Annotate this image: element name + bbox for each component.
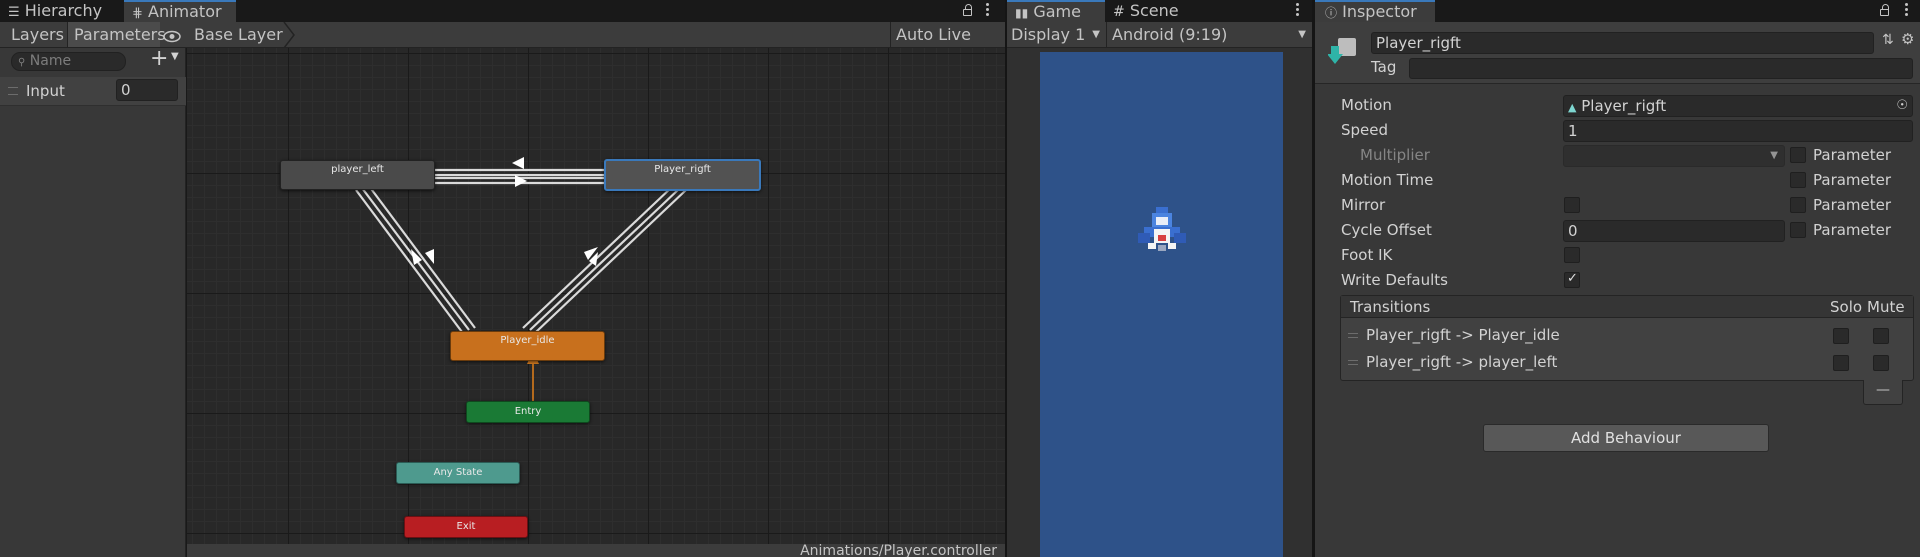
tab-game[interactable]: ▮▮ Game bbox=[1007, 0, 1105, 22]
parameter-label: Parameter bbox=[1813, 171, 1892, 189]
transition-arrows bbox=[355, 157, 687, 401]
parameters-panel bbox=[0, 48, 186, 557]
motion-time-parameter-checkbox[interactable] bbox=[1790, 172, 1806, 188]
eye-icon[interactable] bbox=[163, 28, 181, 43]
tab-scene[interactable]: # Scene bbox=[1107, 0, 1205, 22]
state-player-idle[interactable]: Player_idle bbox=[450, 331, 605, 361]
tab-hierarchy[interactable]: ☰ Hierarchy bbox=[0, 0, 122, 22]
more-menu-icon[interactable] bbox=[1296, 3, 1300, 18]
resolution-dropdown[interactable]: Android (9:19) ▼ bbox=[1107, 22, 1312, 48]
lock-icon[interactable] bbox=[963, 4, 972, 16]
parameter-value-input[interactable]: 0 bbox=[116, 79, 178, 101]
write-defaults-label: Write Defaults bbox=[1341, 271, 1448, 289]
multiplier-dropdown: ▼ bbox=[1563, 145, 1785, 167]
animation-clip-icon: ▲ bbox=[1568, 101, 1577, 114]
state-entry[interactable]: Entry bbox=[466, 401, 590, 423]
foot-ik-label: Foot IK bbox=[1341, 246, 1393, 264]
parameter-label: Parameter bbox=[1813, 146, 1892, 164]
solo-checkbox[interactable] bbox=[1833, 355, 1849, 371]
state-any-state[interactable]: Any State bbox=[396, 462, 520, 484]
cycle-offset-input[interactable]: 0 bbox=[1563, 220, 1785, 242]
parameter-search-input[interactable]: ⚲ Name bbox=[11, 52, 126, 71]
mute-header: Mute bbox=[1867, 298, 1905, 316]
drag-handle-icon[interactable] bbox=[1348, 333, 1358, 338]
transitions-header-label: Transitions bbox=[1350, 298, 1431, 316]
parameter-label: Parameter bbox=[1813, 221, 1892, 239]
motion-label: Motion bbox=[1341, 96, 1392, 114]
add-behaviour-button[interactable]: Add Behaviour bbox=[1483, 424, 1769, 452]
lock-icon[interactable] bbox=[1880, 4, 1889, 16]
remove-transition-button[interactable]: — bbox=[1863, 380, 1903, 405]
solo-header: Solo bbox=[1830, 298, 1863, 316]
mute-checkbox[interactable] bbox=[1873, 328, 1889, 344]
parameter-label: Parameter bbox=[1813, 196, 1892, 214]
animator-footer: Animations/Player.controller bbox=[187, 544, 1005, 557]
tab-inspector[interactable]: ⓘ Inspector bbox=[1315, 0, 1435, 22]
mirror-label: Mirror bbox=[1341, 196, 1386, 214]
game-view-viewport[interactable] bbox=[1040, 52, 1283, 557]
tab-animator[interactable]: ⋕ Animator bbox=[124, 0, 236, 22]
preset-icon[interactable]: ⇅ bbox=[1882, 32, 1894, 48]
controller-path: Animations/Player.controller bbox=[800, 544, 997, 557]
motion-time-label: Motion Time bbox=[1341, 171, 1434, 189]
animator-icon: ⋕ bbox=[132, 6, 143, 21]
multiplier-parameter-checkbox[interactable] bbox=[1790, 147, 1806, 163]
transition-label: Player_rigft -> player_left bbox=[1366, 353, 1558, 371]
tag-label: Tag bbox=[1371, 58, 1397, 76]
grid-icon: # bbox=[1113, 4, 1125, 20]
speed-label: Speed bbox=[1341, 121, 1389, 139]
multiplier-label: Multiplier bbox=[1360, 146, 1430, 164]
transition-row[interactable]: Player_rigft -> player_left bbox=[1341, 350, 1913, 376]
state-icon bbox=[1327, 34, 1360, 66]
transition-label: Player_rigft -> Player_idle bbox=[1366, 326, 1560, 344]
transition-arrowhead bbox=[512, 157, 524, 169]
more-menu-icon[interactable] bbox=[1905, 3, 1909, 18]
more-menu-icon[interactable] bbox=[986, 3, 990, 18]
breadcrumb-arrow-icon bbox=[283, 21, 295, 49]
player-sprite bbox=[1136, 205, 1188, 253]
plus-icon: + bbox=[150, 46, 169, 71]
cycle-offset-label: Cycle Offset bbox=[1341, 221, 1432, 239]
state-player-rigft[interactable]: Player_rigft bbox=[604, 159, 761, 191]
tag-input[interactable] bbox=[1409, 58, 1913, 79]
cycle-offset-parameter-checkbox[interactable] bbox=[1790, 222, 1806, 238]
add-parameter-button[interactable]: + ▼ bbox=[150, 46, 182, 71]
state-exit[interactable]: Exit bbox=[404, 516, 528, 538]
chevron-down-icon: ▼ bbox=[1092, 29, 1100, 40]
solo-checkbox[interactable] bbox=[1833, 328, 1849, 344]
transition-arrowhead bbox=[515, 175, 527, 187]
checkmark-icon: ✓ bbox=[1567, 271, 1578, 286]
transition-row[interactable]: Player_rigft -> Player_idle bbox=[1341, 323, 1913, 349]
tab-parameters[interactable]: Parameters bbox=[68, 22, 166, 47]
mirror-checkbox[interactable] bbox=[1564, 197, 1580, 213]
foot-ik-checkbox[interactable] bbox=[1564, 247, 1580, 263]
hierarchy-icon: ☰ bbox=[8, 5, 20, 20]
mute-checkbox[interactable] bbox=[1873, 355, 1889, 371]
mirror-parameter-checkbox[interactable] bbox=[1790, 197, 1806, 213]
object-picker-icon[interactable]: ☉ bbox=[1896, 96, 1908, 116]
gear-icon[interactable]: ⚙ bbox=[1901, 30, 1914, 48]
write-defaults-checkbox[interactable]: ✓ bbox=[1564, 271, 1580, 288]
tab-layers[interactable]: Layers bbox=[0, 22, 68, 47]
motion-field[interactable]: ▲ Player_rigft ☉ bbox=[1563, 95, 1913, 117]
chevron-down-icon: ▼ bbox=[1770, 150, 1778, 161]
speed-input[interactable]: 1 bbox=[1563, 120, 1913, 142]
info-icon: ⓘ bbox=[1325, 6, 1338, 20]
parameter-name: Input bbox=[26, 82, 65, 100]
auto-live-link-button[interactable]: Auto Live Link bbox=[890, 22, 1005, 70]
chevron-down-icon: ▼ bbox=[1298, 29, 1306, 40]
breadcrumb[interactable]: Base Layer bbox=[186, 22, 291, 48]
chevron-down-icon: ▼ bbox=[171, 51, 179, 62]
display-dropdown[interactable]: Display 1 ▼ bbox=[1007, 22, 1107, 48]
gamepad-icon: ▮▮ bbox=[1015, 6, 1029, 20]
object-name-input[interactable]: Player_rigft bbox=[1371, 32, 1874, 54]
minus-icon: — bbox=[1876, 382, 1890, 398]
search-icon: ⚲ bbox=[18, 57, 26, 68]
drag-handle-icon[interactable] bbox=[1348, 360, 1358, 365]
drag-handle-icon[interactable] bbox=[8, 87, 18, 95]
state-player-left[interactable]: player_left bbox=[280, 160, 435, 190]
